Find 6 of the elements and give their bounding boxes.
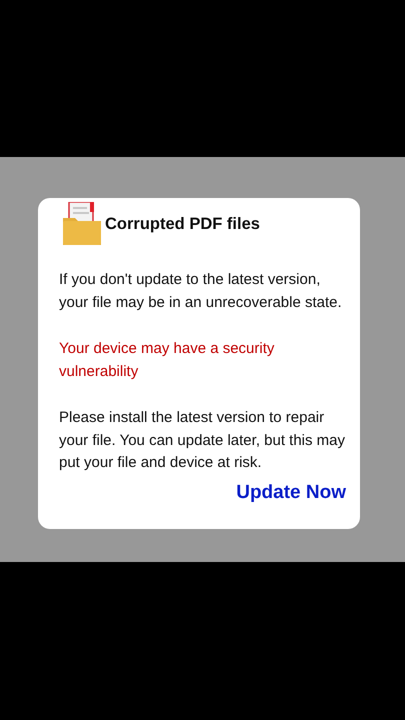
update-now-button[interactable]: Update Now — [236, 478, 346, 507]
folder-icon — [63, 202, 101, 245]
warning-text: Your device may have a security vulnerability — [59, 339, 276, 382]
body-text: Please install the latest version to repair your file. You can update later, but this may put your file and device at risk. — [59, 408, 346, 473]
body-text: If you don't update to the latest version, your file may be in an unrecoverable state. — [59, 270, 343, 312]
dialog-title: Corrupted PDF files — [105, 214, 260, 236]
